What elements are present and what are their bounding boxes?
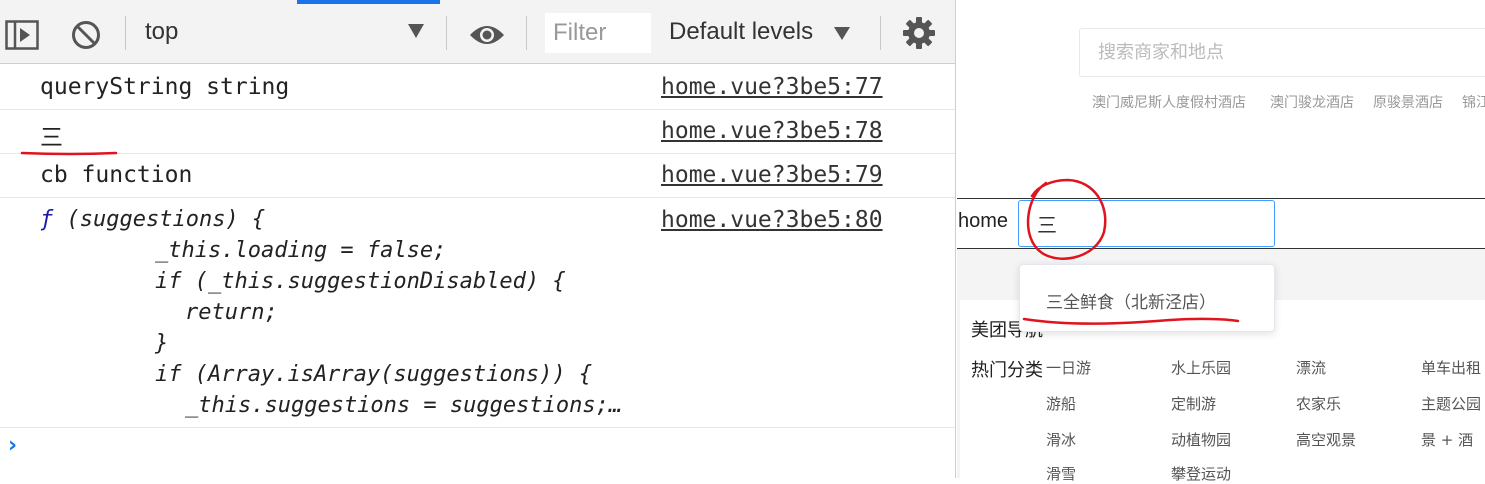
toolbar-separator xyxy=(526,16,527,50)
gear-icon[interactable] xyxy=(902,16,936,50)
console-message: cb function home.vue?3be5:79 xyxy=(0,154,955,198)
home-label: home xyxy=(958,210,1009,232)
function-signature: (suggestions) { xyxy=(53,207,266,232)
code-line: _this.suggestions = suggestions;… xyxy=(185,393,623,418)
console-toolbar: top Default levels xyxy=(0,0,955,64)
console-prompt-icon[interactable]: › xyxy=(8,433,17,458)
category-link[interactable]: 攀登运动 xyxy=(1171,463,1231,484)
eye-icon[interactable] xyxy=(468,22,506,48)
hot-search-link[interactable]: 原骏景酒店 xyxy=(1373,92,1443,112)
devtools-panel: top Default levels xyxy=(0,0,956,478)
category-link[interactable]: 农家乐 xyxy=(1296,393,1341,414)
search-input[interactable] xyxy=(1079,28,1485,77)
message-text: 三 xyxy=(40,125,63,151)
suggestion-item[interactable]: 三全鲜食（北新泾店） xyxy=(1046,288,1216,313)
sidebar-toggle-icon[interactable] xyxy=(5,19,39,51)
chevron-down-icon[interactable] xyxy=(408,24,424,38)
category-link[interactable]: 定制游 xyxy=(1171,393,1216,414)
category-link[interactable]: 景 + 酒 xyxy=(1421,429,1473,450)
source-link[interactable]: home.vue?3be5:79 xyxy=(661,162,883,188)
source-link[interactable]: home.vue?3be5:80 xyxy=(661,207,883,233)
chevron-down-icon[interactable] xyxy=(834,27,850,40)
autocomplete-dropdown: 三全鲜食（北新泾店） xyxy=(1019,264,1275,332)
hot-search-link[interactable]: 澳门骏龙酒店 xyxy=(1270,92,1354,112)
autocomplete-input[interactable] xyxy=(1018,200,1275,247)
hot-category-label: 热门分类 xyxy=(971,360,1043,381)
function-header: ƒ (suggestions) { xyxy=(40,207,265,232)
source-link[interactable]: home.vue?3be5:78 xyxy=(661,118,883,144)
home-search-row: home xyxy=(957,198,1485,249)
category-link[interactable]: 高空观景 xyxy=(1296,429,1356,450)
category-link[interactable]: 水上乐园 xyxy=(1171,357,1231,378)
category-link[interactable]: 游船 xyxy=(1046,393,1076,414)
toolbar-separator xyxy=(880,16,881,50)
toolbar-separator xyxy=(125,16,126,50)
code-line: _this.loading = false; xyxy=(155,238,447,263)
code-line: if (_this.suggestionDisabled) { xyxy=(155,269,566,294)
clear-console-icon[interactable] xyxy=(69,18,103,52)
category-link[interactable]: 主题公园 xyxy=(1421,393,1481,414)
console-message: 三 home.vue?3be5:78 xyxy=(0,110,955,154)
source-link[interactable]: home.vue?3be5:77 xyxy=(661,74,883,100)
category-link[interactable]: 滑雪 xyxy=(1046,463,1076,484)
web-page: 澳门威尼斯人度假村酒店 澳门骏龙酒店 原骏景酒店 锦江 home 美团导航 热门… xyxy=(957,0,1485,483)
log-levels-dropdown[interactable]: Default levels xyxy=(669,18,813,46)
code-line: if (Array.isArray(suggestions)) { xyxy=(155,362,593,387)
filter-input[interactable] xyxy=(545,13,651,53)
category-link[interactable]: 一日游 xyxy=(1046,357,1091,378)
code-line: } xyxy=(155,331,169,356)
console-message: queryString string home.vue?3be5:77 xyxy=(0,65,955,110)
category-link[interactable]: 动植物园 xyxy=(1171,429,1231,450)
category-link[interactable]: 漂流 xyxy=(1296,357,1326,378)
context-selector[interactable]: top xyxy=(145,18,178,46)
category-link[interactable]: 单车出租 xyxy=(1421,357,1481,378)
hot-search-link[interactable]: 锦江 xyxy=(1462,92,1485,112)
category-link[interactable]: 滑冰 xyxy=(1046,429,1076,450)
code-line: return; xyxy=(185,300,278,325)
message-text: queryString string xyxy=(40,74,290,100)
active-tab-indicator xyxy=(297,0,440,4)
toolbar-separator xyxy=(446,16,447,50)
message-text: cb function xyxy=(40,162,193,188)
console-message: ƒ (suggestions) { home.vue?3be5:80 _this… xyxy=(0,198,955,428)
function-symbol: ƒ xyxy=(40,207,54,232)
hot-search-link[interactable]: 澳门威尼斯人度假村酒店 xyxy=(1092,92,1246,112)
